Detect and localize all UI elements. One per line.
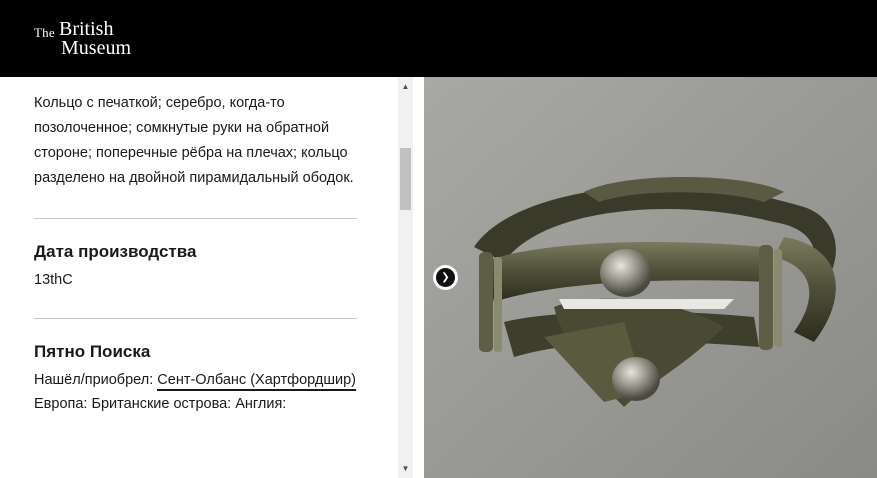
object-image[interactable] (424, 77, 877, 478)
logo-museum: Museum (61, 37, 131, 59)
object-description: Кольцо с печаткой; серебро, когда-то поз… (34, 95, 354, 186)
scrollbar-thumb[interactable] (400, 148, 411, 210)
findspot-value: Нашёл/приобрел: Сент-Олбанс (Хартфордшир… (34, 368, 358, 392)
ring-photo (424, 77, 877, 478)
findspot-region: Европа: Британские острова: Англия: (34, 396, 287, 412)
panel-gap (413, 77, 424, 478)
logo-british: British (59, 18, 114, 40)
production-date-value: 13thC (34, 272, 73, 288)
scroll-down-icon[interactable]: ▼ (398, 461, 413, 476)
object-details-panel: Кольцо с печаткой; серебро, когда-то поз… (0, 77, 398, 478)
chevron-right-icon: ❯ (441, 272, 450, 283)
findspot-title: Пятно Поиска (34, 342, 151, 361)
production-date-title: Дата производства (34, 242, 197, 261)
site-header: The British Museum (0, 0, 877, 77)
details-content: Кольцо с печаткой; серебро, когда-то поз… (34, 77, 358, 416)
details-scrollbar[interactable]: ▲ ▼ (398, 77, 413, 478)
findspot-prefix: Нашёл/приобрел: (34, 372, 158, 388)
scroll-up-icon[interactable]: ▲ (398, 79, 413, 94)
divider (34, 218, 357, 219)
logo-the: The (34, 25, 55, 40)
next-image-button[interactable]: ❯ (436, 268, 455, 287)
divider (34, 318, 357, 319)
findspot-link[interactable]: Сент-Олбанс (Хартфордшир) (157, 372, 356, 391)
